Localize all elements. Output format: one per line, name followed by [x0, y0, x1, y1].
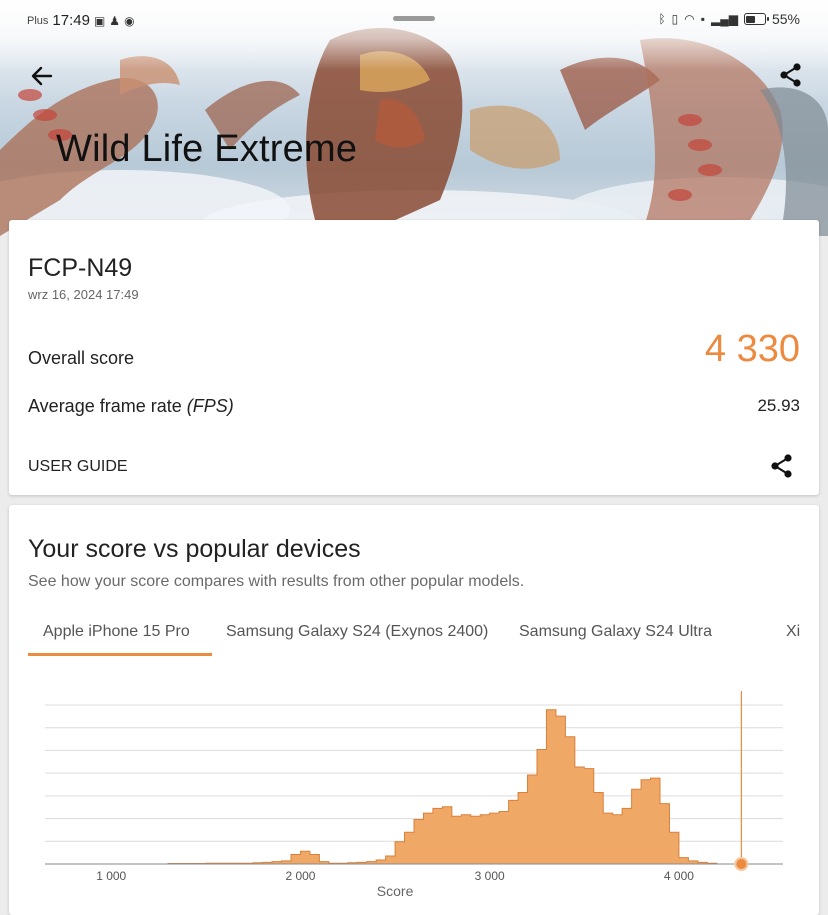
overall-score-value: 4 330: [704, 328, 800, 370]
comparison-card: Your score vs popular devices See how yo…: [9, 505, 819, 915]
carrier-label: Plus: [27, 14, 49, 27]
tab-samsung-galaxy-s24-ultra[interactable]: Samsung Galaxy S24 Ultra: [519, 623, 712, 641]
volte-icon: ▪: [700, 12, 705, 26]
notch-pill: [393, 16, 435, 21]
x-axis-label: Score: [377, 883, 414, 899]
your-score-marker-dot: [734, 857, 749, 871]
x-tick-label: 3 000: [475, 869, 505, 883]
x-tick-label: 2 000: [285, 869, 315, 883]
overall-score-label: Overall score: [28, 348, 135, 368]
x-tick-label: 1 000: [96, 869, 126, 883]
active-tab-indicator: [28, 653, 212, 656]
device-tabs: Apple iPhone 15 Pro Samsung Galaxy S24 (…: [9, 615, 819, 657]
messenger-icon: ◉: [124, 13, 135, 28]
arrow-left-icon[interactable]: [28, 62, 56, 90]
status-bar: Plus 17:49 ▣ ♟ ◉ ᛒ ▯ ◠ ▪ ▂▄▆ 55%: [0, 0, 828, 40]
status-bar-left: Plus 17:49 ▣ ♟ ◉: [27, 12, 135, 29]
tab-xi[interactable]: Xi: [786, 623, 800, 641]
fps-label-text: Average frame rate: [28, 396, 187, 416]
battery-percent: 55%: [771, 11, 800, 27]
battery-icon: [743, 13, 769, 25]
x-tick-labels: 1 000 2 000 3 000 4 000: [96, 869, 694, 883]
comparison-title: Your score vs popular devices: [28, 535, 361, 563]
comparison-subtitle: See how your score compares with results…: [28, 573, 525, 590]
snapchat-icon: ♟: [109, 13, 121, 28]
run-date: wrz 16, 2024 17:49: [28, 287, 139, 302]
signal-icon: ▂▄▆: [711, 12, 738, 26]
clock: 17:49: [52, 12, 90, 29]
nfc-icon: ▣: [93, 13, 106, 28]
device-name: FCP-N49: [28, 254, 133, 282]
share-icon[interactable]: [769, 453, 795, 479]
status-bar-right: ᛒ ▯ ◠ ▪ ▂▄▆ 55%: [658, 11, 800, 27]
x-tick-label: 4 000: [664, 869, 694, 883]
result-card: FCP-N49 wrz 16, 2024 17:49 Overall score…: [9, 220, 819, 495]
fps-label: Average frame rate (FPS): [28, 396, 234, 417]
user-guide-link[interactable]: USER GUIDE: [28, 458, 128, 476]
page-title: Wild Life Extreme: [56, 128, 358, 170]
tab-samsung-galaxy-s24-exynos[interactable]: Samsung Galaxy S24 (Exynos 2400): [226, 623, 488, 641]
vibrate-icon: ▯: [671, 12, 679, 26]
tab-apple-iphone-15-pro[interactable]: Apple iPhone 15 Pro: [43, 623, 190, 641]
fps-label-unit: (FPS): [186, 396, 234, 416]
share-icon[interactable]: [778, 62, 804, 88]
fps-value: 25.93: [757, 396, 800, 415]
wifi-icon: ◠: [684, 12, 695, 26]
bluetooth-icon: ᛒ: [658, 12, 666, 26]
score-distribution-chart: 1 000 2 000 3 000 4 000 Score: [45, 691, 783, 899]
